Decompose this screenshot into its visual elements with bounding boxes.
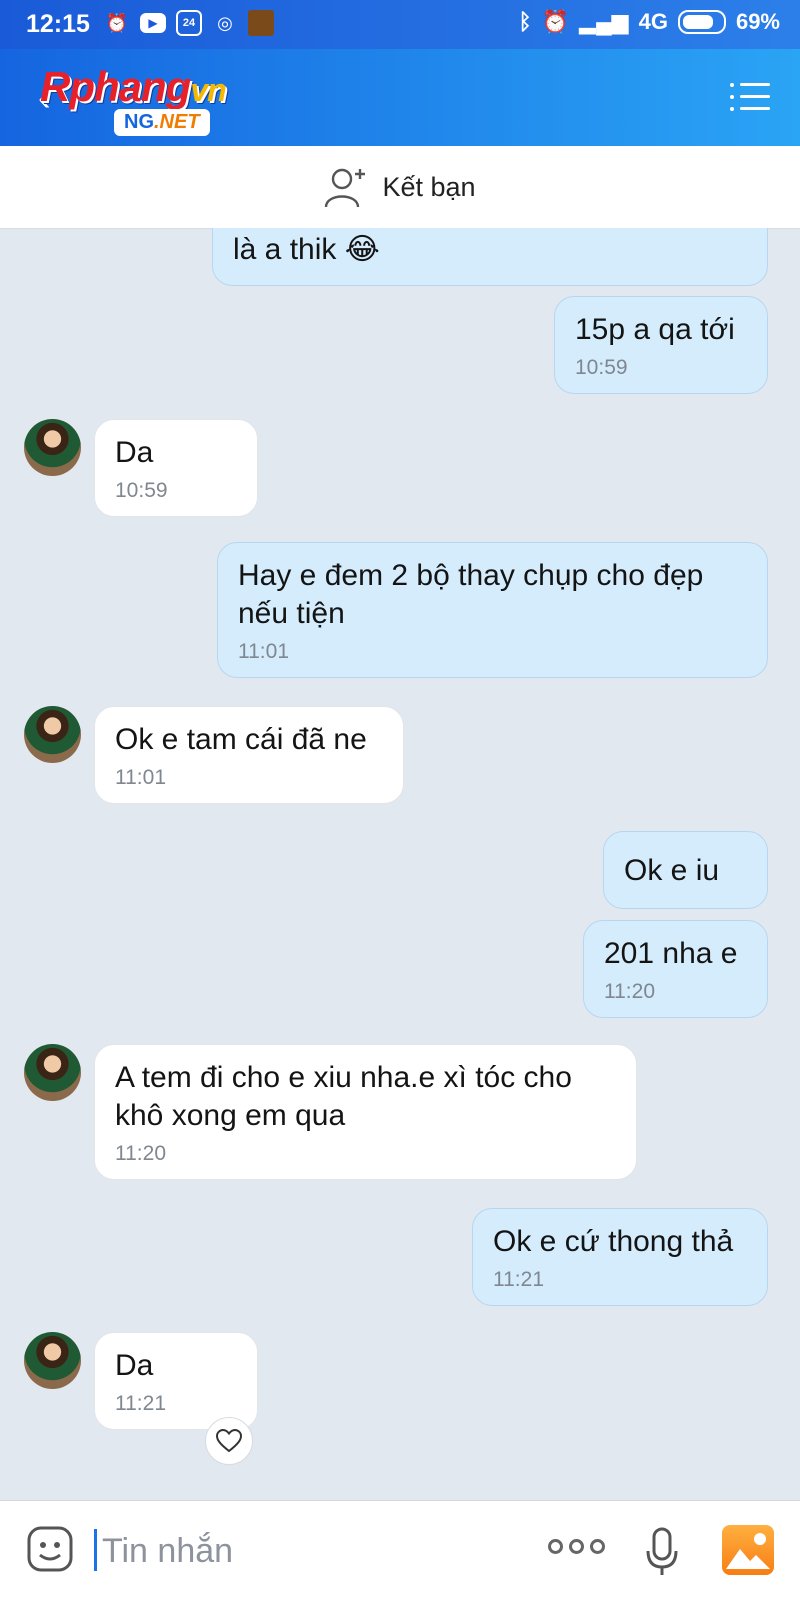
message-bubble[interactable]: Ok e cứ thong thả 11:21 <box>472 1208 768 1306</box>
message-text: Ok e tam cái đã ne <box>115 723 367 756</box>
message-time: 10:59 <box>115 479 168 502</box>
sticker-icon[interactable] <box>26 1525 74 1573</box>
more-icon[interactable] <box>548 1539 606 1561</box>
game-app-icon <box>248 10 274 36</box>
add-friend-button[interactable]: Kết bạn <box>0 146 800 229</box>
alarm-icon: ⏰ <box>105 12 129 33</box>
message-bubble[interactable]: Hay e đem 2 bộ thay chụp cho đẹp nếu tiệ… <box>217 542 768 678</box>
message-time: 11:21 <box>115 1392 166 1415</box>
network-type: 4G <box>638 9 668 34</box>
message-input-bar <box>0 1500 800 1601</box>
message-time: 11:01 <box>238 640 289 663</box>
message-bubble[interactable]: Da 11:21 <box>94 1332 258 1430</box>
message-text: A tem đi cho e xiu nha.e xì tóc cho khô … <box>115 1061 572 1132</box>
message-time: 11:21 <box>493 1268 544 1291</box>
watermark-logo: Rphangvn NG.NET <box>40 59 280 137</box>
message-text: Hay e đem 2 bộ thay chụp cho đẹp nếu tiệ… <box>238 559 704 630</box>
heart-icon <box>216 1429 242 1453</box>
bluetooth-icon: ᛒ <box>518 9 532 34</box>
avatar[interactable] <box>24 419 81 476</box>
message-bubble[interactable]: là a thik 😂 <box>212 228 768 286</box>
menu-icon[interactable] <box>730 82 770 112</box>
avatar[interactable] <box>24 1044 81 1101</box>
news-app-icon: 24 <box>176 10 202 36</box>
microphone-icon[interactable] <box>645 1527 679 1577</box>
message-bubble[interactable]: Ok e tam cái đã ne 11:01 <box>94 706 404 804</box>
message-text: 201 nha e <box>604 937 738 970</box>
avatar[interactable] <box>24 1332 81 1389</box>
message-text: Da <box>115 1349 154 1382</box>
notification-icons: ⏰ ▶ 24 ◎ <box>104 10 274 36</box>
message-time: 11:20 <box>115 1142 166 1165</box>
text-caret <box>94 1529 97 1571</box>
logo-word: Rphangvn <box>40 63 227 110</box>
chrome-icon: ◎ <box>217 12 233 33</box>
photo-icon[interactable] <box>722 1525 774 1575</box>
message-time: 10:59 <box>575 356 628 379</box>
app-header: ‹ Rphangvn NG.NET <box>0 49 800 146</box>
message-bubble[interactable]: A tem đi cho e xiu nha.e xì tóc cho khô … <box>94 1044 637 1180</box>
alarm-indicator-icon: ⏰ <box>541 9 570 34</box>
message-text: là a thik 😂 <box>233 233 380 266</box>
status-bar: 12:15 ⏰ ▶ 24 ◎ ᛒ ⏰ ▂▄▆ 4G 69% <box>0 0 800 49</box>
battery-icon <box>677 10 726 34</box>
add-friend-label: Kết bạn <box>382 171 476 202</box>
message-bubble[interactable]: 201 nha e 11:20 <box>583 920 768 1018</box>
message-input[interactable] <box>100 1525 524 1577</box>
logo-badge: NG.NET <box>114 109 210 136</box>
message-time: 11:20 <box>604 980 655 1003</box>
message-text: Ok e cứ thong thả <box>493 1225 734 1258</box>
message-text: Da <box>115 436 154 469</box>
message-text: Ok e iu <box>624 854 720 887</box>
like-button[interactable] <box>205 1417 253 1465</box>
youtube-icon: ▶ <box>140 13 166 33</box>
message-text: 15p a qa tới <box>575 313 735 346</box>
message-bubble[interactable]: Da 10:59 <box>94 419 258 517</box>
avatar[interactable] <box>24 706 81 763</box>
battery-percent: 69% <box>735 9 780 34</box>
message-time: 11:01 <box>115 766 166 789</box>
message-bubble[interactable]: 15p a qa tới 10:59 <box>554 296 768 394</box>
system-indicators: ᛒ ⏰ ▂▄▆ 4G 69% <box>519 9 780 35</box>
status-time: 12:15 <box>26 10 90 38</box>
signal-icon: ▂▄▆ <box>579 9 629 34</box>
add-friend-icon <box>325 168 366 208</box>
message-bubble[interactable]: Ok e iu <box>603 831 768 909</box>
chat-area[interactable]: là a thik 😂 15p a qa tới 10:59 Da 10:59 … <box>0 228 800 1500</box>
